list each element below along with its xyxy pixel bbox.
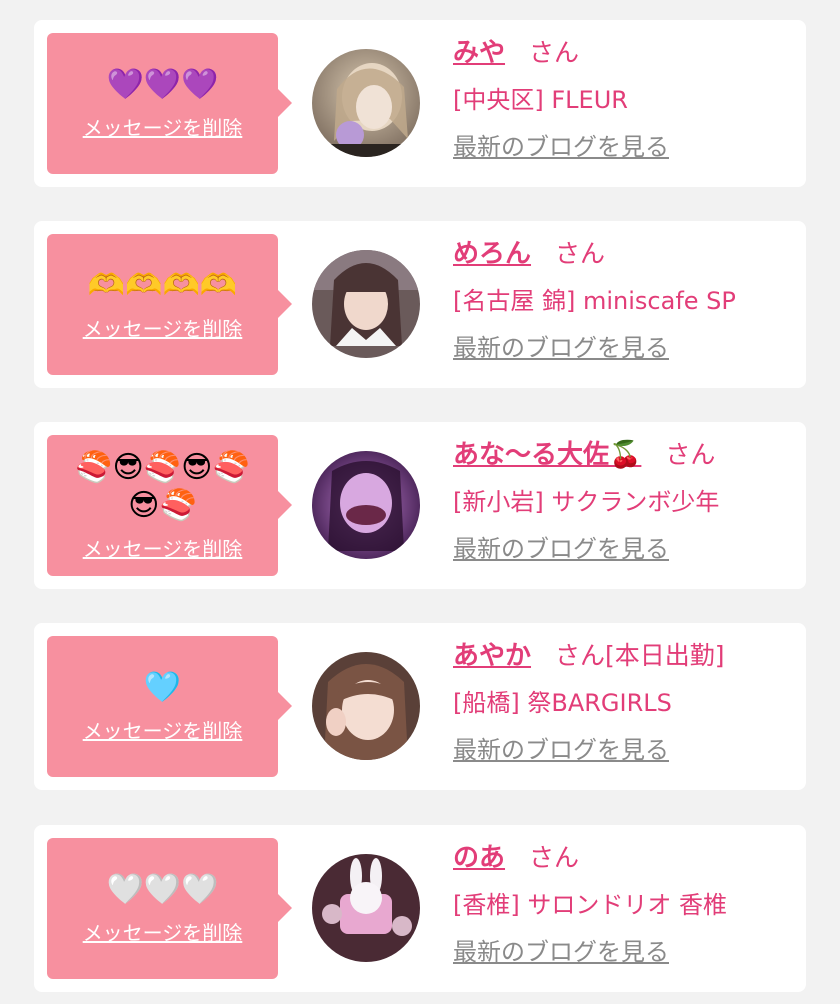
delete-message-link[interactable]: メッセージを削除 [83,917,243,946]
delete-message-link[interactable]: メッセージを削除 [83,112,243,141]
honorific: さん [555,239,606,268]
avatar[interactable] [312,250,420,358]
favorite-card: 🫶🫶🫶🫶 メッセージを削除 めろん さん [名古屋 錦] miniscafe S… [34,221,806,388]
cast-name-link[interactable]: めろん [453,233,531,270]
shop-label: [中央区] FLEUR [453,86,628,114]
honorific: さん [665,440,716,469]
cast-info: めろん さん [名古屋 錦] miniscafe SP [453,233,796,316]
message-bubble: 🩵 メッセージを削除 [47,636,292,777]
favorites-list: 💜💜💜 メッセージを削除 みや さん [中央区] FLEUR 最新のブログを見る [0,0,840,1004]
message-text: 🫶🫶🫶🫶 [87,268,238,303]
latest-blog-link[interactable]: 最新のブログを見る [453,328,669,363]
latest-blog-link[interactable]: 最新のブログを見る [453,529,669,564]
delete-message-link[interactable]: メッセージを削除 [83,533,243,562]
cast-info: あやか さん [本日出勤] [船橋] 祭BARGIRLS [453,635,796,718]
honorific: さん [529,843,580,872]
favorite-card: 🤍🤍🤍 メッセージを削除 のあ さん [香椎] サロンドリオ 香椎 最新のブログ [34,825,806,992]
honorific: さん [529,38,580,67]
cast-name-link[interactable]: あやか [453,635,531,672]
message-bubble: 🍣😎🍣😎🍣😎🍣 メッセージを削除 [47,435,292,576]
avatar[interactable] [312,49,420,157]
message-bubble: 💜💜💜 メッセージを削除 [47,33,292,174]
delete-message-link[interactable]: メッセージを削除 [83,313,243,342]
cast-name-link[interactable]: みや [453,32,505,69]
avatar[interactable] [312,854,420,962]
message-text: 🍣😎🍣😎🍣😎🍣 [75,450,250,523]
favorite-card: 🍣😎🍣😎🍣😎🍣 メッセージを削除 あな〜る大佐🍒 さん [新小岩] サクランボ少… [34,422,806,589]
message-text: 🤍🤍🤍 [106,872,219,907]
status-note: [本日出勤] [605,641,725,670]
honorific: さん [555,641,606,670]
latest-blog-link[interactable]: 最新のブログを見る [453,932,669,967]
message-bubble: 🤍🤍🤍 メッセージを削除 [47,838,292,979]
message-text: 💜💜💜 [106,67,219,102]
delete-message-link[interactable]: メッセージを削除 [83,715,243,744]
message-text: 🩵 [143,670,182,705]
cast-name-link[interactable]: のあ [453,837,505,874]
cast-name-link[interactable]: あな〜る大佐🍒 [453,434,641,471]
shop-label: [名古屋 錦] miniscafe SP [453,287,736,315]
cast-info: あな〜る大佐🍒 さん [新小岩] サクランボ少年 [453,434,796,517]
cast-info: のあ さん [香椎] サロンドリオ 香椎 [453,837,796,920]
message-bubble: 🫶🫶🫶🫶 メッセージを削除 [47,234,292,375]
shop-label: [香椎] サロンドリオ 香椎 [453,891,727,919]
avatar[interactable] [312,652,420,760]
latest-blog-link[interactable]: 最新のブログを見る [453,127,669,162]
cast-info: みや さん [中央区] FLEUR [453,32,796,115]
avatar[interactable] [312,451,420,559]
shop-label: [新小岩] サクランボ少年 [453,488,720,516]
favorite-card: 🩵 メッセージを削除 あやか さん [本日出勤] [船橋] 祭BARGIRLS … [34,623,806,790]
favorite-card: 💜💜💜 メッセージを削除 みや さん [中央区] FLEUR 最新のブログを見る [34,20,806,187]
latest-blog-link[interactable]: 最新のブログを見る [453,730,669,765]
shop-label: [船橋] 祭BARGIRLS [453,689,672,717]
